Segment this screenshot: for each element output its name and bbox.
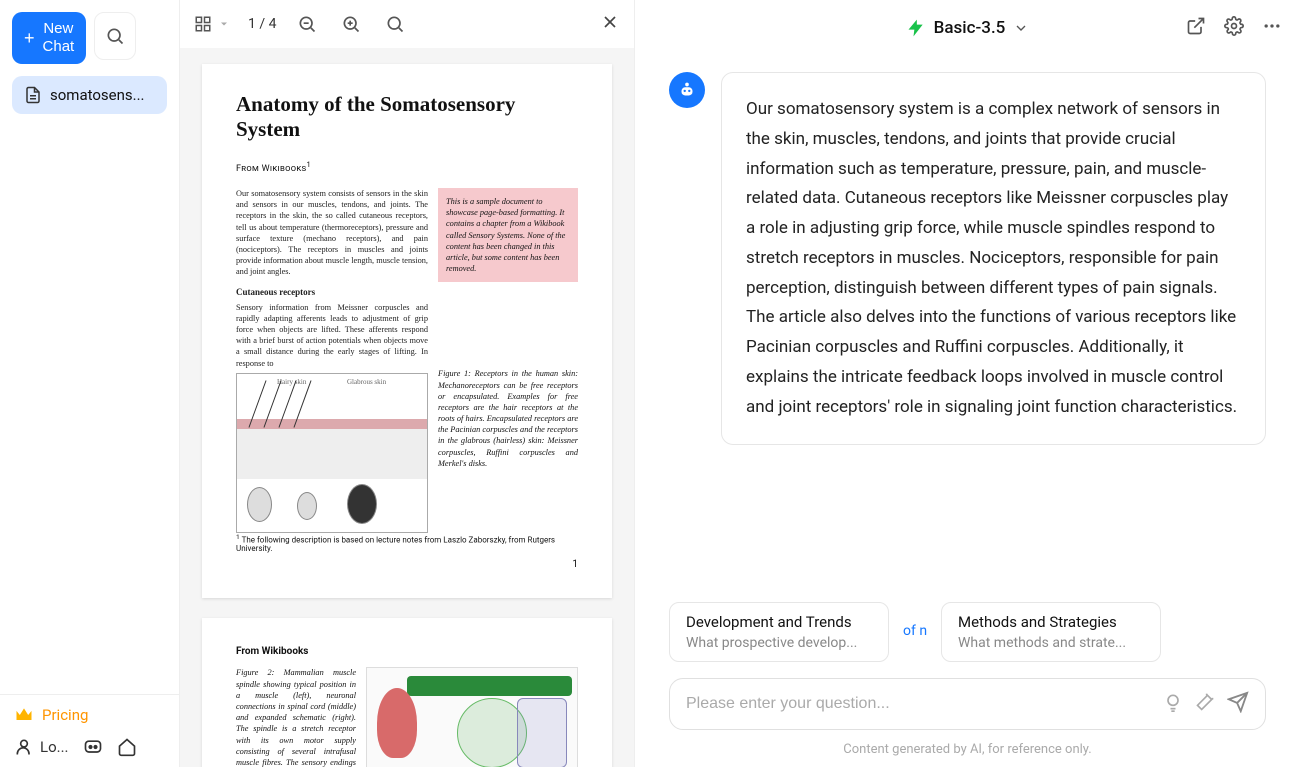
pdf-viewer: 1 / 4 Anatomy of the Somatosensory Syste… bbox=[180, 0, 635, 767]
bolt-icon bbox=[906, 18, 926, 38]
wand-icon bbox=[1195, 692, 1215, 712]
open-external-button[interactable] bbox=[1186, 16, 1206, 40]
pdf-note-box: This is a sample document to showcase pa… bbox=[438, 188, 578, 282]
pdf-scroll[interactable]: Anatomy of the Somatosensory System From… bbox=[180, 48, 634, 767]
crown-icon bbox=[14, 705, 34, 725]
pdf-title: Anatomy of the Somatosensory System bbox=[236, 92, 578, 142]
new-chat-line2: Chat bbox=[43, 38, 75, 55]
sidebar-search-button[interactable] bbox=[94, 12, 136, 60]
pdf-source: From Wikibooks1 bbox=[236, 160, 578, 174]
pdf-source-2: From Wikibooks bbox=[236, 646, 578, 657]
send-icon bbox=[1227, 691, 1249, 713]
input-wrap bbox=[635, 662, 1300, 736]
pdf-source-text: From Wikibooks bbox=[236, 164, 307, 174]
chevron-down-icon bbox=[218, 18, 230, 30]
pdf-toolbar: 1 / 4 bbox=[180, 0, 634, 48]
assistant-avatar bbox=[669, 72, 705, 108]
user-label: Lo... bbox=[40, 738, 69, 756]
suggestion-card[interactable]: Methods and Strategies What methods and … bbox=[941, 602, 1161, 662]
settings-button[interactable] bbox=[1224, 16, 1244, 40]
new-chat-button[interactable]: + New Chat bbox=[12, 12, 86, 64]
label-glabrous-skin: Glabrous skin bbox=[347, 378, 386, 387]
thread-label: somatosens... bbox=[50, 86, 145, 104]
pdf-page-2: From Wikibooks Figure 2: Mammalian muscl… bbox=[202, 618, 612, 767]
document-icon bbox=[24, 86, 42, 104]
search-icon bbox=[385, 14, 405, 34]
chevron-down-icon bbox=[1013, 20, 1029, 36]
pdf-para2: Sensory information from Meissner corpus… bbox=[236, 302, 428, 369]
zoom-out-button[interactable] bbox=[294, 11, 320, 37]
plus-icon: + bbox=[24, 29, 35, 47]
gear-icon bbox=[1224, 16, 1244, 36]
pdf-search-button[interactable] bbox=[382, 11, 408, 37]
pdf-body: Our somatosensory system consists of sen… bbox=[236, 188, 578, 533]
sidebar: + New Chat somatosens... Pricing Lo... bbox=[0, 0, 180, 767]
discord-icon[interactable] bbox=[83, 737, 103, 757]
new-chat-label: New Chat bbox=[43, 20, 75, 56]
label-hairy-skin: Hairy skin bbox=[277, 378, 306, 387]
suggestion-title: Development and Trends bbox=[686, 613, 872, 631]
pricing-label: Pricing bbox=[42, 706, 88, 724]
pdf-body-2: Figure 2: Mammalian muscle spindle showi… bbox=[236, 667, 578, 767]
bottom-icons: Lo... bbox=[14, 737, 165, 757]
magic-button[interactable] bbox=[1195, 692, 1215, 716]
home-icon[interactable] bbox=[117, 737, 137, 757]
assistant-message-row: Our somatosensory system is a complex ne… bbox=[669, 72, 1266, 445]
suggestion-title: Methods and Strategies bbox=[958, 613, 1144, 631]
more-button[interactable] bbox=[1262, 16, 1282, 40]
pdf-close-button[interactable] bbox=[600, 12, 620, 36]
robot-icon bbox=[676, 79, 698, 101]
send-button[interactable] bbox=[1227, 691, 1249, 717]
input-box bbox=[669, 678, 1266, 730]
grid-icon bbox=[194, 15, 212, 33]
thumbnails-button[interactable] bbox=[194, 15, 230, 33]
search-icon bbox=[105, 26, 125, 46]
sidebar-bottom: Pricing Lo... bbox=[0, 694, 179, 767]
chat-header: Basic-3.5 bbox=[635, 0, 1300, 56]
pdf-subhead: Cutaneous receptors bbox=[236, 286, 428, 298]
pdf-page-number: 1 bbox=[572, 559, 578, 570]
pricing-link[interactable]: Pricing bbox=[14, 705, 165, 725]
pdf-fig-caption: Figure 1: Receptors in the human skin: M… bbox=[438, 368, 578, 469]
thread-list: somatosens... bbox=[0, 76, 179, 114]
model-name: Basic-3.5 bbox=[934, 18, 1006, 38]
sidebar-top: + New Chat bbox=[0, 0, 179, 76]
model-selector[interactable]: Basic-3.5 bbox=[906, 18, 1030, 38]
pdf-right-col: This is a sample document to showcase pa… bbox=[438, 188, 578, 533]
disclaimer: Content generated by AI, for reference o… bbox=[635, 736, 1300, 767]
page-indicator: 1 / 4 bbox=[248, 16, 276, 32]
user-icon bbox=[14, 737, 34, 757]
pdf-para1: Our somatosensory system consists of sen… bbox=[236, 188, 428, 278]
skin-diagram: Hairy skin Glabrous skin Epidermis Dermi… bbox=[236, 373, 428, 533]
suggestion-card[interactable]: Development and Trends What prospective … bbox=[669, 602, 889, 662]
chat-body[interactable]: Our somatosensory system is a complex ne… bbox=[635, 56, 1300, 588]
chat-column: Basic-3.5 Our somatosensory system is a … bbox=[635, 0, 1300, 767]
bulb-icon bbox=[1163, 692, 1183, 712]
suggestion-clip: of nd bbox=[903, 620, 927, 644]
suggestion-sub: What prospective develop... bbox=[686, 635, 872, 651]
hint-button[interactable] bbox=[1163, 692, 1183, 716]
zoom-in-icon bbox=[341, 14, 361, 34]
pdf-footnote: 1 The following description is based on … bbox=[236, 533, 578, 554]
more-icon bbox=[1262, 16, 1282, 36]
pdf-fig2-caption: Figure 2: Mammalian muscle spindle showi… bbox=[236, 667, 356, 767]
thread-item[interactable]: somatosens... bbox=[12, 76, 167, 114]
muscle-diagram bbox=[366, 667, 578, 767]
user-menu[interactable]: Lo... bbox=[14, 737, 69, 757]
new-chat-line1: New bbox=[43, 20, 73, 37]
pdf-page-1: Anatomy of the Somatosensory System From… bbox=[202, 64, 612, 598]
assistant-message: Our somatosensory system is a complex ne… bbox=[721, 72, 1266, 445]
question-input[interactable] bbox=[686, 695, 1151, 713]
pdf-source-sup: 1 bbox=[307, 160, 312, 169]
close-icon bbox=[600, 12, 620, 32]
header-actions bbox=[1186, 16, 1282, 40]
external-link-icon bbox=[1186, 16, 1206, 36]
footnote-sup: 1 bbox=[236, 533, 240, 541]
zoom-out-icon bbox=[297, 14, 317, 34]
pdf-left-col: Our somatosensory system consists of sen… bbox=[236, 188, 428, 533]
suggestions-row: Development and Trends What prospective … bbox=[635, 588, 1300, 662]
footnote-text: The following description is based on le… bbox=[236, 535, 555, 553]
suggestion-sub: What methods and strate... bbox=[958, 635, 1144, 651]
zoom-in-button[interactable] bbox=[338, 11, 364, 37]
